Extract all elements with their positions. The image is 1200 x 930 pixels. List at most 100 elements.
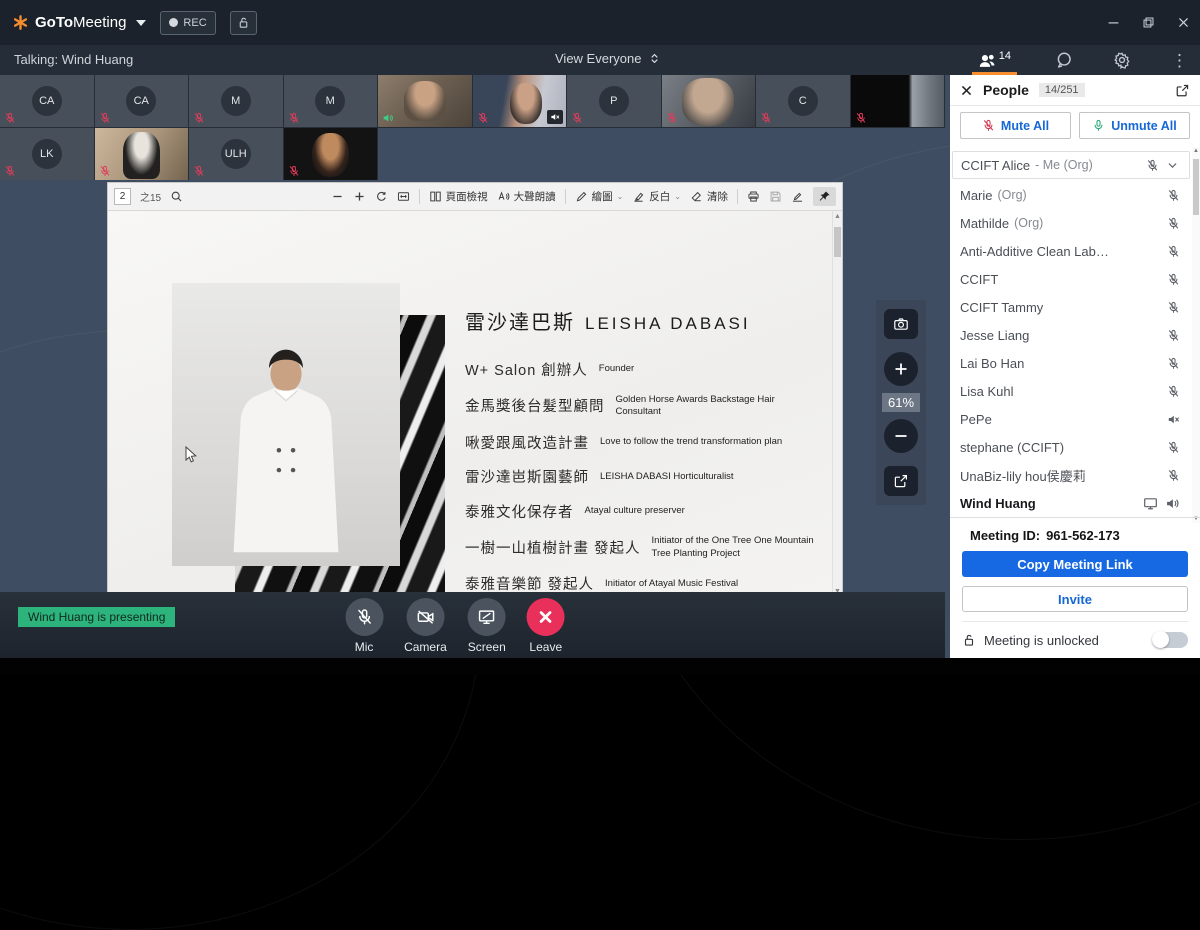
pdf-page[interactable]: 雷沙達巴斯 LEISHA DABASI W+ Salon 創辦人Founder金… (108, 211, 832, 597)
video-tile[interactable] (851, 75, 946, 127)
participant-row[interactable]: CCIFT Tammy (950, 293, 1192, 321)
participant-avatar: CA (32, 86, 62, 116)
video-tile[interactable]: M (284, 75, 379, 127)
video-tile[interactable] (284, 128, 379, 180)
page-view-button[interactable]: 頁面檢視 (429, 189, 488, 204)
video-tile[interactable]: ULH (189, 128, 284, 180)
highlight-button[interactable]: 反白 ⌄ (632, 189, 681, 204)
people-panel-header: People 14/251 (950, 75, 1200, 105)
search-icon[interactable] (170, 190, 183, 203)
snapshot-button[interactable] (884, 309, 918, 339)
camera-button[interactable]: Camera (404, 598, 447, 654)
participant-row[interactable]: stephane (CCIFT) (950, 433, 1192, 461)
record-button[interactable]: REC (160, 11, 215, 35)
gotomeeting-logo[interactable]: GoToMeeting (12, 14, 146, 31)
leave-label: Leave (529, 640, 562, 654)
draw-button[interactable]: 繪圖 ⌄ (575, 189, 624, 204)
participant-row[interactable]: Mathilde(Org) (950, 209, 1192, 237)
video-tile[interactable] (95, 128, 190, 180)
rotate-icon[interactable] (375, 190, 388, 203)
participant-row[interactable]: CCIFT Alice- Me (Org) (952, 151, 1190, 179)
participant-row[interactable]: Lisa Kuhl (950, 377, 1192, 405)
doc-line: 啾愛跟風改造計畫Love to follow the trend transfo… (465, 432, 825, 453)
settings-gear-button[interactable] (1113, 51, 1131, 69)
record-dot-icon (169, 18, 178, 27)
mic-muted-icon (1167, 329, 1180, 342)
copy-meeting-link-button[interactable]: Copy Meeting Link (962, 551, 1188, 577)
close-panel-button[interactable] (960, 84, 973, 97)
people-tab[interactable]: 14 (974, 50, 1015, 70)
participant-row[interactable]: Anti-Additive Clean Label-... (950, 237, 1192, 265)
participant-name: Wind Huang (960, 496, 1036, 511)
mic-muted-icon (4, 165, 16, 177)
view-selector-label: View Everyone (555, 51, 641, 66)
participant-scrollbar[interactable]: ▲ ▼ (1192, 147, 1200, 523)
participant-row[interactable]: Jesse Liang (950, 321, 1192, 349)
minimize-button[interactable] (1107, 16, 1120, 29)
save-icon[interactable] (769, 190, 782, 203)
participant-status-icons (1167, 385, 1180, 398)
camera-off-icon (416, 608, 434, 626)
lock-open-icon (962, 633, 976, 647)
mic-muted-icon (1167, 385, 1180, 398)
pin-toolbar-button[interactable] (813, 187, 836, 206)
video-tile[interactable]: CA (95, 75, 190, 127)
mic-button[interactable]: Mic (345, 598, 383, 654)
video-tile[interactable] (378, 75, 473, 127)
leave-button[interactable]: Leave (527, 598, 565, 654)
mic-muted-icon (99, 165, 111, 177)
video-tile[interactable] (473, 75, 568, 127)
scrollbar-thumb[interactable] (1193, 159, 1199, 215)
erase-button[interactable]: 清除 (690, 189, 728, 204)
speaker-muted-icon (547, 110, 563, 124)
brand-caret-icon[interactable] (136, 20, 146, 26)
mic-muted-icon (666, 112, 678, 124)
screen-share-icon (478, 608, 496, 626)
mic-muted-icon (571, 112, 583, 124)
print-icon[interactable] (747, 190, 760, 203)
zoom-out-icon[interactable] (331, 190, 344, 203)
zoom-in-icon[interactable] (353, 190, 366, 203)
invite-button[interactable]: Invite (962, 586, 1188, 612)
participant-avatar: C (788, 86, 818, 116)
video-tile[interactable]: LK (0, 128, 95, 180)
more-options-button[interactable]: ⋮ (1171, 52, 1188, 69)
participant-row[interactable]: Marie(Org) (950, 181, 1192, 209)
participant-status-icons (1167, 189, 1180, 202)
read-aloud-button[interactable]: 大聲朗讀 (497, 189, 556, 204)
participant-row[interactable]: CCIFT (950, 265, 1192, 293)
lock-toggle[interactable] (1152, 632, 1188, 648)
popout-panel-button[interactable] (1175, 83, 1190, 98)
mute-all-button[interactable]: Mute All (960, 112, 1071, 139)
participant-row[interactable]: PePe (950, 405, 1192, 433)
unmute-all-button[interactable]: Unmute All (1079, 112, 1190, 139)
video-tile[interactable] (662, 75, 757, 127)
participant-suffix: - Me (Org) (1035, 158, 1093, 172)
zoom-in-button[interactable] (884, 352, 918, 386)
lock-meeting-button[interactable] (230, 11, 257, 35)
mic-muted-icon (477, 112, 489, 124)
participant-row[interactable]: Wind Huang (950, 489, 1192, 517)
participant-name: UnaBiz-lily hou侯慶莉 (960, 466, 1086, 485)
page-number-input[interactable]: 2 (114, 188, 131, 205)
participant-row[interactable]: Lai Bo Han (950, 349, 1192, 377)
close-button[interactable] (1177, 16, 1190, 29)
chat-button[interactable] (1055, 51, 1073, 69)
popout-view-button[interactable] (884, 466, 918, 496)
participant-row[interactable]: UnaBiz-lily hou侯慶莉 (950, 461, 1192, 489)
edit-icon[interactable] (791, 190, 804, 203)
screen-button[interactable]: Screen (468, 598, 506, 654)
scrollbar-thumb[interactable] (834, 227, 841, 257)
fit-width-icon[interactable] (397, 190, 410, 203)
view-selector[interactable]: View Everyone (555, 51, 661, 66)
restore-button[interactable] (1142, 16, 1155, 29)
zoom-out-button[interactable] (884, 419, 918, 453)
video-tile[interactable]: M (189, 75, 284, 127)
page-total: 之15 (140, 189, 161, 204)
document-scrollbar[interactable]: ▲ ▼ (832, 211, 842, 597)
video-tile[interactable]: P (567, 75, 662, 127)
video-tile[interactable]: CA (0, 75, 95, 127)
mic-muted-icon (193, 165, 205, 177)
video-tile[interactable]: C (756, 75, 851, 127)
participant-name: CCIFT Tammy (960, 300, 1043, 315)
